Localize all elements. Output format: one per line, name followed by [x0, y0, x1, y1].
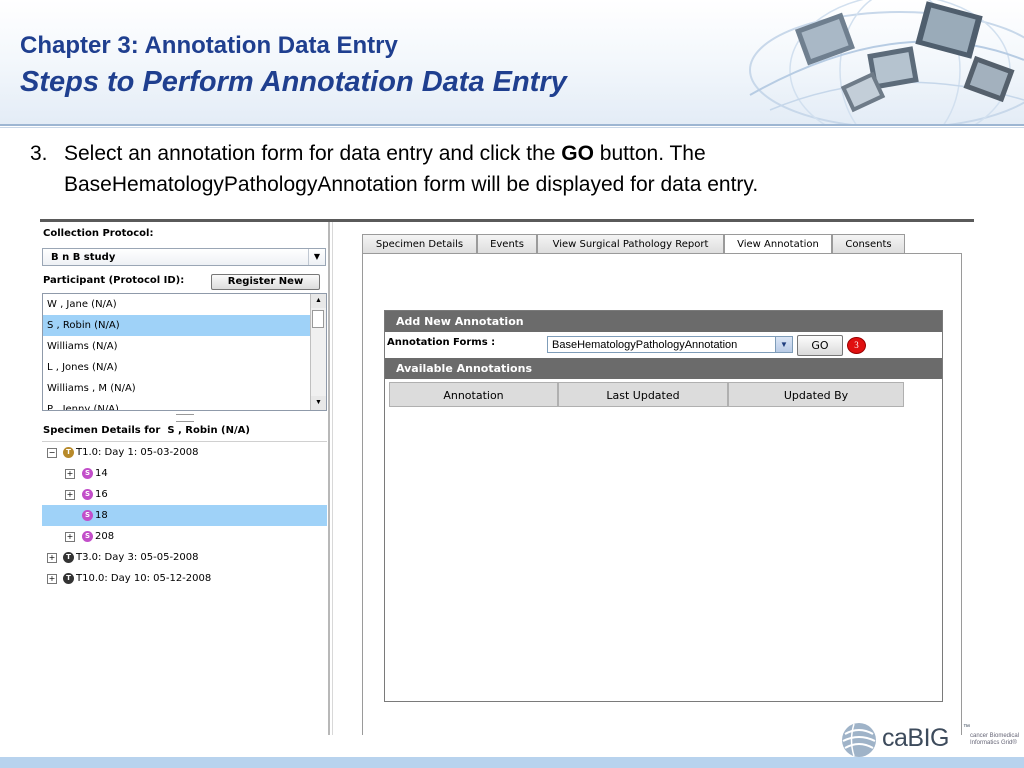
- cabig-logo: caBIG ™ cancer Biomedical Informatics Gr…: [840, 718, 1020, 758]
- expand-icon[interactable]: +: [47, 553, 57, 563]
- participant-item-selected[interactable]: S , Robin (N/A): [43, 315, 311, 336]
- collapse-icon[interactable]: −: [47, 448, 57, 458]
- participant-item[interactable]: L , Jones (N/A): [43, 357, 311, 378]
- annotations-table-header: Annotation Last Updated Updated By: [389, 382, 904, 407]
- expand-icon[interactable]: +: [65, 532, 75, 542]
- tab-consents[interactable]: Consents: [832, 234, 905, 253]
- participant-item[interactable]: Williams , M (N/A): [43, 378, 311, 399]
- header-rule: [0, 124, 1024, 126]
- participant-item[interactable]: W , Jane (N/A): [43, 294, 311, 315]
- globe-graphic-icon: [749, 0, 1024, 124]
- tree-node-label[interactable]: 14: [95, 463, 108, 484]
- available-annotations-header: Available Annotations: [385, 358, 942, 379]
- participant-list[interactable]: W , Jane (N/A) S , Robin (N/A) Williams …: [42, 293, 327, 411]
- tree-node-specimen[interactable]: + S 16: [42, 484, 327, 505]
- participant-scrollbar[interactable]: ▲ ▼: [310, 294, 326, 410]
- specimen-icon: S: [82, 489, 93, 500]
- slide-subtitle: Steps to Perform Annotation Data Entry: [20, 66, 567, 98]
- left-panel: Collection Protocol: B n B study ▼ Parti…: [40, 222, 328, 735]
- step-text-before: Select an annotation form for data entry…: [64, 142, 562, 165]
- collection-protocol-select[interactable]: B n B study ▼: [42, 248, 326, 266]
- tab-view-surgical-pathology-report[interactable]: View Surgical Pathology Report: [537, 234, 724, 253]
- chevron-down-icon[interactable]: ▼: [775, 337, 792, 352]
- annotation-forms-label: Annotation Forms :: [387, 337, 496, 348]
- cabig-globe-icon: [842, 723, 876, 757]
- specimen-details-label: Specimen Details for S , Robin (N/A): [43, 425, 250, 436]
- collection-protocol-value: B n B study: [51, 252, 116, 263]
- specimen-icon: S: [82, 468, 93, 479]
- tree-node-specimen[interactable]: + S 14: [42, 463, 327, 484]
- panel-divider-inner: [332, 222, 333, 735]
- expand-icon[interactable]: +: [65, 469, 75, 479]
- tab-events[interactable]: Events: [477, 234, 537, 253]
- tab-specimen-details[interactable]: Specimen Details: [362, 234, 477, 253]
- logo-tagline: cancer Biomedical Informatics Grid®: [970, 733, 1020, 746]
- tree-node-label[interactable]: T3.0: Day 3: 05-05-2008: [76, 547, 199, 568]
- step-text: Select an annotation form for data entry…: [64, 138, 964, 200]
- go-button[interactable]: GO: [797, 335, 843, 356]
- expand-icon[interactable]: +: [65, 490, 75, 500]
- tree-node-specimen-selected[interactable]: S 18: [42, 505, 327, 526]
- event-icon: T: [63, 552, 74, 563]
- specimen-icon: S: [82, 531, 93, 542]
- tree-node-event[interactable]: + T T3.0: Day 3: 05-05-2008: [42, 547, 327, 568]
- event-icon: T: [63, 573, 74, 584]
- tree-node-event[interactable]: + T T10.0: Day 10: 05-12-2008: [42, 568, 327, 589]
- expand-icon[interactable]: +: [47, 574, 57, 584]
- column-annotation[interactable]: Annotation: [389, 382, 558, 407]
- event-icon: T: [63, 447, 74, 458]
- tree-node-label[interactable]: 208: [95, 526, 114, 547]
- tab-view-annotation[interactable]: View Annotation: [724, 234, 832, 254]
- annotation-forms-value: BaseHematologyPathologyAnnotation: [552, 339, 738, 351]
- resize-grip-icon[interactable]: [176, 414, 194, 422]
- app-screenshot: Collection Protocol: B n B study ▼ Parti…: [40, 219, 974, 735]
- scroll-thumb[interactable]: [312, 310, 324, 328]
- tree-node-event[interactable]: − T T1.0: Day 1: 05-03-2008: [42, 442, 327, 463]
- annotation-forms-select[interactable]: BaseHematologyPathologyAnnotation ▼: [547, 336, 793, 353]
- participant-label: Participant (Protocol ID):: [43, 275, 185, 286]
- tree-node-label[interactable]: T10.0: Day 10: 05-12-2008: [76, 568, 211, 589]
- specimen-icon: S: [82, 510, 93, 521]
- chapter-title: Chapter 3: Annotation Data Entry: [20, 32, 398, 59]
- chevron-down-icon[interactable]: ▼: [308, 249, 325, 265]
- participant-item[interactable]: P , Jenny (N/A): [43, 399, 311, 410]
- scroll-up-icon[interactable]: ▲: [311, 294, 326, 308]
- tree-node-specimen[interactable]: + S 208: [42, 526, 327, 547]
- collection-protocol-label: Collection Protocol:: [43, 228, 154, 239]
- panel-divider[interactable]: [328, 222, 330, 735]
- specimen-details-prefix: Specimen Details for: [43, 425, 161, 436]
- callout-badge: 3: [847, 337, 866, 354]
- logo-wordmark: caBIG: [882, 724, 949, 752]
- header-rule-light: [0, 127, 1024, 128]
- register-new-button[interactable]: Register New: [211, 274, 320, 290]
- step-bold-go: GO: [561, 142, 594, 165]
- tree-node-label[interactable]: T1.0: Day 1: 05-03-2008: [76, 442, 199, 463]
- scroll-down-icon[interactable]: ▼: [311, 396, 326, 410]
- logo-trademark: ™: [963, 724, 970, 731]
- column-updated-by[interactable]: Updated By: [728, 382, 904, 407]
- tree-node-label[interactable]: 16: [95, 484, 108, 505]
- annotation-panel: Add New Annotation Annotation Forms : Ba…: [384, 310, 943, 702]
- add-new-annotation-header: Add New Annotation: [385, 311, 942, 332]
- column-last-updated[interactable]: Last Updated: [558, 382, 728, 407]
- slide-header: Chapter 3: Annotation Data Entry Steps t…: [0, 0, 1024, 126]
- specimen-details-participant: S , Robin (N/A): [167, 425, 250, 436]
- specimen-tree: − T T1.0: Day 1: 05-03-2008 + S 14 + S 1…: [42, 441, 327, 736]
- tree-node-label[interactable]: 18: [95, 505, 108, 526]
- participant-item[interactable]: Williams (N/A): [43, 336, 311, 357]
- step-number: 3.: [30, 142, 48, 165]
